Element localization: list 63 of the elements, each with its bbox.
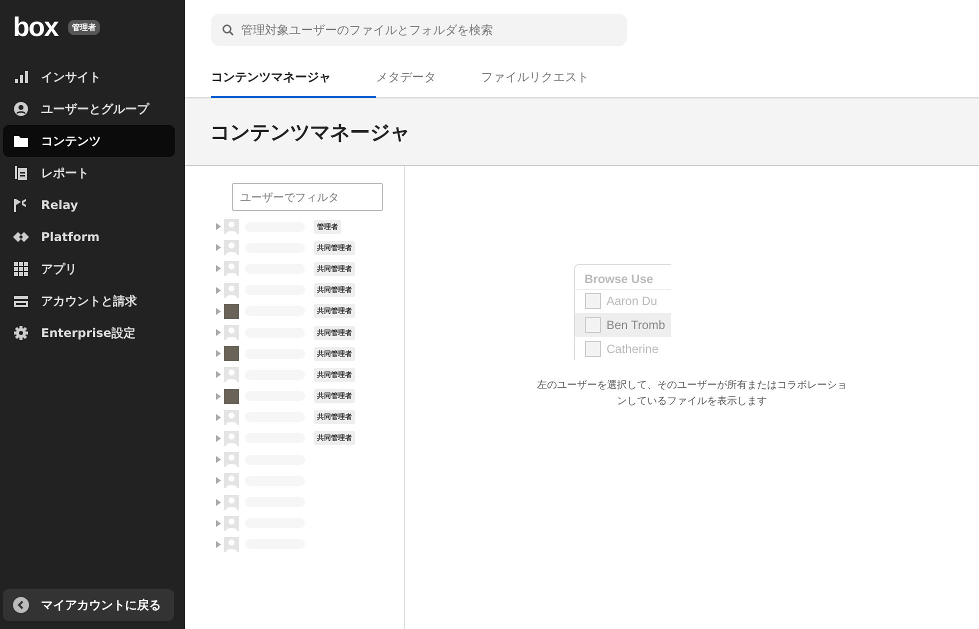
flag-icon: [13, 197, 29, 213]
avatar-icon: [224, 516, 239, 531]
grid-icon: [13, 261, 29, 277]
avatar-icon: [224, 430, 239, 446]
expand-triangle-icon[interactable]: [216, 520, 221, 527]
avatar-icon: [224, 261, 239, 276]
user-filter-field[interactable]: ユーザーでフィルタ: [232, 183, 383, 211]
tab[interactable]: ファイルリクエスト: [481, 59, 589, 98]
admin-badge: 管理者: [68, 20, 100, 35]
settings-icon: [13, 325, 29, 341]
illustration-row: Ben Tromb: [574, 312, 670, 336]
expand-triangle-icon[interactable]: [216, 434, 221, 442]
photo-placeholder: [224, 346, 239, 362]
expand-triangle-icon[interactable]: [216, 498, 221, 506]
card-icon: [13, 293, 29, 309]
logo: box: [13, 14, 58, 41]
tab[interactable]: メタデータ: [376, 59, 436, 98]
user-icon: [13, 101, 29, 117]
expand-triangle-icon[interactable]: [216, 329, 221, 336]
page-title: コンテンツマネージャ: [210, 118, 410, 146]
nav-item[interactable]: インサイト: [3, 61, 175, 93]
expand-triangle-icon[interactable]: [216, 477, 221, 484]
illustration-row: Catherine: [574, 336, 670, 360]
avatar-icon: [224, 325, 239, 340]
nav-item[interactable]: Relay: [3, 189, 175, 221]
avatar-icon: [224, 282, 239, 298]
avatar-icon: [224, 219, 239, 234]
expand-triangle-icon[interactable]: [216, 392, 221, 400]
diamond-icon: [13, 229, 29, 245]
expand-triangle-icon[interactable]: [216, 350, 221, 358]
avatar-icon: [224, 240, 239, 256]
expand-triangle-icon[interactable]: [216, 286, 221, 294]
expand-triangle-icon[interactable]: [216, 414, 221, 421]
nav-item[interactable]: レポート: [3, 157, 175, 189]
nav-item[interactable]: コンテンツ: [3, 125, 175, 157]
illustration-title: Browse Use: [584, 271, 654, 288]
avatar-icon: [224, 410, 239, 425]
avatar-icon: [224, 367, 239, 382]
expand-triangle-icon[interactable]: [216, 371, 221, 378]
nav-item[interactable]: アプリ: [3, 253, 175, 285]
nav-item[interactable]: ユーザーとグループ: [3, 93, 175, 125]
empty-state-message: 左のユーザーを選択して、そのユーザーが所有またはコラボレーションしているファイルを表示します: [537, 378, 847, 408]
search-icon: [222, 24, 234, 36]
expand-triangle-icon[interactable]: [216, 540, 221, 548]
expand-triangle-icon[interactable]: [216, 223, 221, 230]
photo-placeholder: [224, 304, 239, 319]
bar-chart-icon: [13, 69, 29, 85]
expand-triangle-icon[interactable]: [216, 265, 221, 272]
avatar-icon: [224, 494, 239, 510]
avatar-icon: [224, 473, 239, 488]
expand-triangle-icon[interactable]: [216, 308, 221, 315]
nav-item[interactable]: アカウントと請求: [3, 285, 175, 317]
avatar-icon: [224, 536, 239, 552]
expand-triangle-icon[interactable]: [216, 456, 221, 464]
nav-item[interactable]: Enterprise設定: [3, 317, 175, 349]
back-to-account-button[interactable]: マイアカウントに戻る: [3, 589, 174, 621]
document-icon: [13, 165, 29, 181]
photo-placeholder: [224, 388, 239, 404]
search-field[interactable]: 管理対象ユーザーのファイルとフォルダを検索: [211, 14, 627, 46]
expand-triangle-icon[interactable]: [216, 244, 221, 252]
folder-icon: [13, 133, 29, 149]
nav-item[interactable]: Platform: [3, 221, 175, 253]
avatar-icon: [224, 452, 239, 468]
